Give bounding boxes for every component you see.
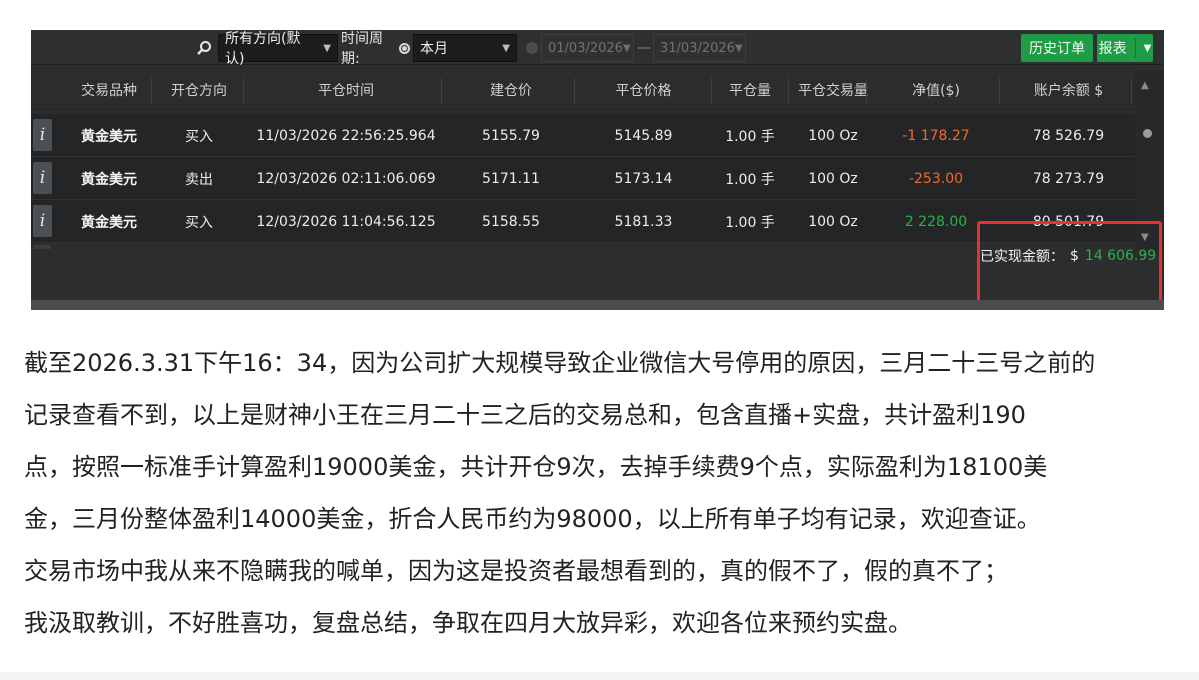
column-divider[interactable] [1131, 78, 1132, 104]
cell-lots: 1.00 手 [725, 128, 775, 145]
column-header-lots[interactable]: 平仓量 [715, 70, 785, 110]
cell-volume: 100 Oz [808, 127, 858, 144]
radio-selected-icon [398, 42, 410, 54]
report-button-label: 报表 [1098, 41, 1127, 57]
table-header: 交易品种 开仓方向 平仓时间 建仓价 平仓价格 平仓量 平仓交易量 净值($) … [31, 70, 1151, 110]
chevron-down-icon: ▼ [622, 42, 631, 54]
cell-net: -1 178.27 [902, 127, 970, 144]
toolbar: 所有方向(默认) ▼ 时间周期: 本月 ▼ 01/03/2026 ▼ — 31/… [31, 30, 1164, 67]
date-range-separator: — [637, 40, 651, 56]
highlight-annotation-box [977, 221, 1162, 305]
date-range-radio[interactable] [525, 34, 539, 62]
cell-close-price: 5145.89 [614, 127, 673, 144]
chevron-down-icon: ▼ [1143, 42, 1152, 54]
period-dropdown[interactable]: 本月 ▼ [413, 34, 517, 62]
column-divider[interactable] [866, 78, 867, 104]
article-line: 点，按照一标准手计算盈利19000美金，共计开仓9次，去掉手续费9个点，实际盈利… [24, 453, 1048, 481]
date-to-value: 31/03/2026 [660, 40, 735, 56]
table-row[interactable]: i 黄金美元 买入 11/03/2026 22:56:25.964 5155.7… [31, 114, 1151, 157]
column-header-close-time[interactable]: 平仓时间 [261, 70, 431, 110]
cell-lots: 1.00 手 [725, 171, 775, 188]
column-divider[interactable] [999, 78, 1000, 104]
page-bottom-strip [0, 672, 1199, 680]
cell-open-price: 5171.11 [482, 170, 540, 187]
cell-direction: 买入 [185, 214, 213, 231]
search-icon[interactable] [194, 34, 214, 62]
date-from-field[interactable]: 01/03/2026 ▼ [541, 34, 634, 62]
info-icon[interactable]: i [33, 205, 52, 237]
cell-open-price: 5155.79 [482, 127, 540, 144]
column-header-close-price[interactable]: 平仓价格 [586, 70, 701, 110]
article-line: 记录查看不到，以上是财神小王在三月二十三之后的交易总和，包含直播+实盘，共计盈利… [24, 401, 1026, 429]
chevron-down-icon: ▼ [734, 42, 743, 54]
chevron-down-icon: ▼ [323, 42, 331, 54]
cell-volume: 100 Oz [808, 213, 858, 230]
column-divider[interactable] [711, 78, 712, 104]
period-dropdown-value: 本月 [420, 41, 448, 57]
article-text: 截至2026.3.31下午16：34，因为公司扩大规模导致企业微信大号停用的原因… [24, 337, 1174, 649]
panel-bottom-strip [31, 300, 1164, 310]
direction-dropdown-value: 所有方向(默认) [225, 31, 301, 67]
cell-direction: 卖出 [185, 171, 213, 188]
chevron-down-icon: ▼ [502, 42, 510, 54]
cell-balance: 78 526.79 [1032, 127, 1105, 144]
column-header-symbol[interactable]: 交易品种 [73, 70, 145, 110]
cell-direction: 买入 [185, 128, 213, 145]
cell-balance: 78 273.79 [1032, 170, 1105, 187]
date-to-field[interactable]: 31/03/2026 ▼ [653, 34, 746, 62]
info-icon[interactable]: i [33, 162, 52, 194]
cell-symbol: 黄金美元 [81, 214, 137, 231]
scroll-thumb[interactable] [1143, 129, 1152, 138]
table-row[interactable]: i 黄金美元 卖出 12/03/2026 02:11:06.069 5171.1… [31, 157, 1151, 200]
column-divider[interactable] [788, 78, 789, 104]
button-divider [1134, 38, 1136, 58]
column-header-balance[interactable]: 账户余额 $ [1006, 70, 1131, 110]
direction-dropdown[interactable]: 所有方向(默认) ▼ [218, 31, 338, 67]
cell-net: 2 228.00 [904, 213, 968, 230]
cell-close-time: 11/03/2026 22:56:25.964 [256, 127, 436, 144]
cell-close-price: 5173.14 [614, 170, 673, 187]
period-label: 时间周期: [341, 31, 383, 67]
column-divider[interactable] [574, 78, 575, 104]
column-header-volume[interactable]: 平仓交易量 [793, 70, 873, 110]
scroll-up-arrow-icon[interactable]: ▲ [1141, 80, 1149, 91]
cell-net: -253.00 [908, 170, 964, 187]
article-line: 金，三月份整体盈利14000美金，折合人民币约为98000，以上所有单子均有记录… [24, 505, 1041, 533]
column-header-net[interactable]: 净值($) [881, 70, 991, 110]
cell-close-time: 12/03/2026 02:11:06.069 [256, 170, 436, 187]
cell-volume: 100 Oz [808, 170, 858, 187]
cell-open-price: 5158.55 [482, 213, 540, 230]
article-line: 我汲取教训，不好胜喜功，复盘总结，争取在四月大放异彩，欢迎各位来预约实盘。 [24, 609, 912, 637]
article-line: 交易市场中我从来不隐瞒我的喊单，因为这是投资者最想看到的，真的假不了，假的真不了… [24, 557, 1008, 585]
column-divider[interactable] [243, 78, 244, 104]
cell-symbol: 黄金美元 [81, 128, 137, 145]
cell-symbol: 黄金美元 [81, 171, 137, 188]
column-header-open-price[interactable]: 建仓价 [451, 70, 571, 110]
period-radio[interactable] [397, 34, 411, 62]
column-divider[interactable] [441, 78, 442, 104]
cell-close-time: 12/03/2026 11:04:56.125 [256, 213, 436, 230]
radio-unselected-icon [526, 42, 538, 54]
date-from-value: 01/03/2026 [548, 40, 623, 56]
info-icon[interactable]: i [33, 119, 52, 151]
cell-lots: 1.00 手 [725, 214, 775, 231]
search-icon-glyph [197, 41, 211, 55]
history-orders-button[interactable]: 历史订单 [1021, 34, 1093, 62]
cell-close-price: 5181.33 [614, 213, 673, 230]
report-button[interactable]: 报表 ▼ [1097, 34, 1153, 62]
column-header-direction[interactable]: 开仓方向 [159, 70, 239, 110]
column-divider[interactable] [151, 78, 152, 104]
article-line: 截至2026.3.31下午16：34，因为公司扩大规模导致企业微信大号停用的原因… [24, 349, 1096, 377]
row-stub [33, 245, 51, 249]
